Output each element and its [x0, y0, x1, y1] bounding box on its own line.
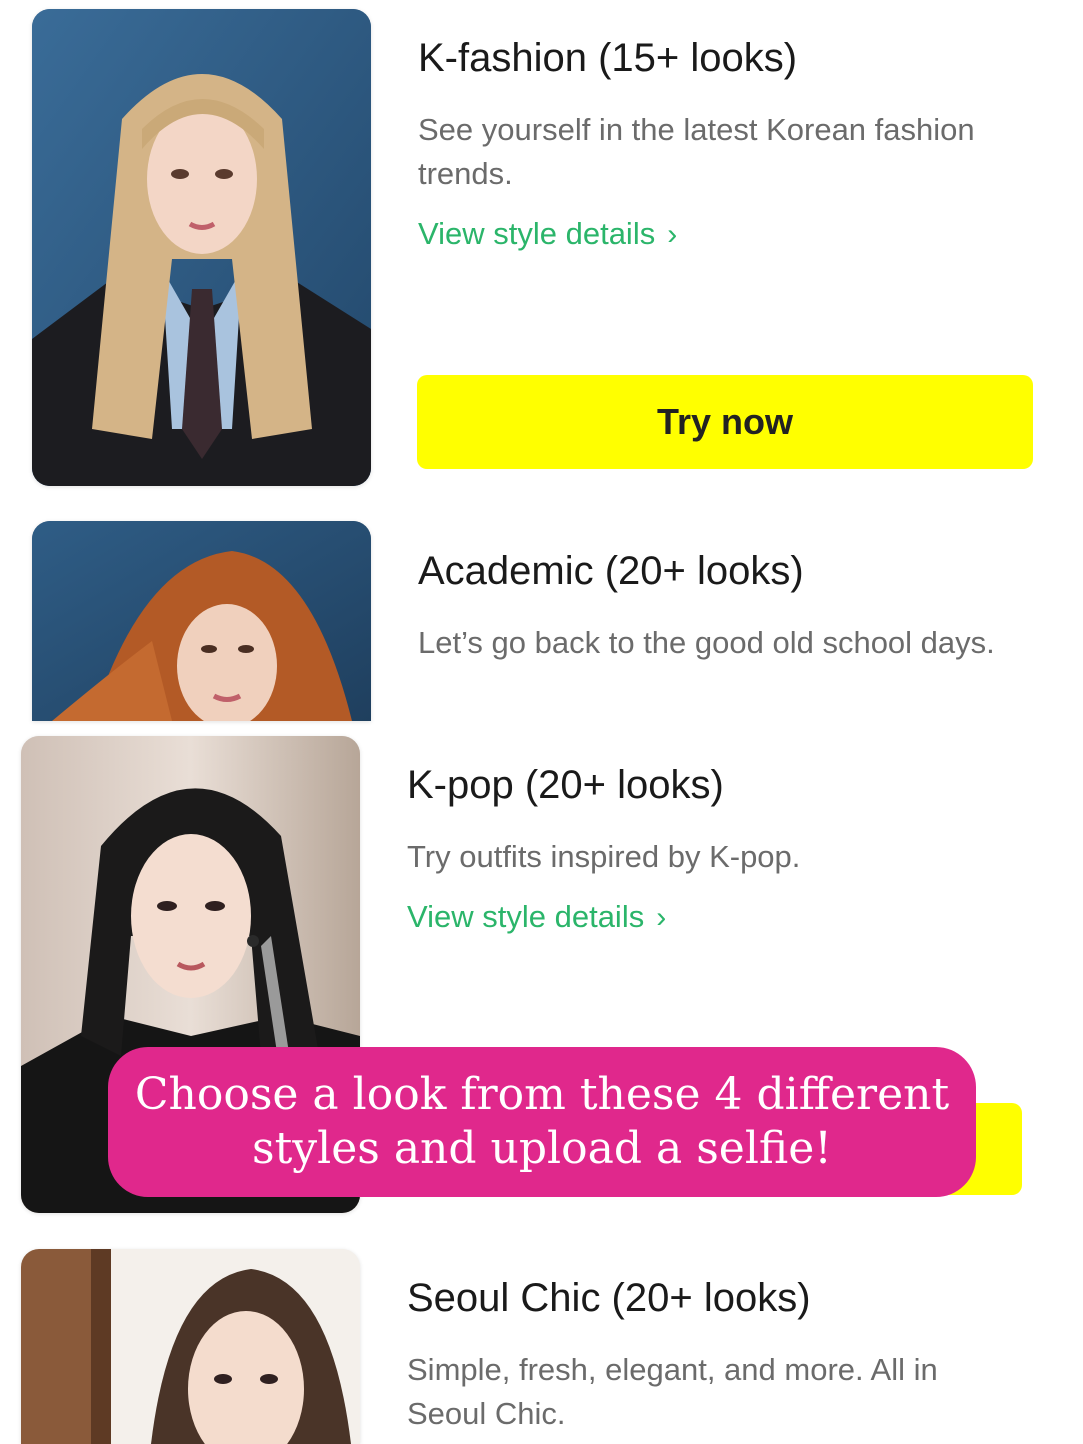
style-title: Seoul Chic (20+ looks): [407, 1276, 811, 1320]
link-label: View style details: [407, 899, 645, 934]
style-description: Let’s go back to the good old school day…: [418, 625, 995, 660]
chevron-right-icon: ›: [656, 901, 667, 934]
style-description: Simple, fresh, elegant, and more. All in…: [407, 1352, 938, 1431]
promo-banner: Choose a look from these 4 different sty…: [108, 1047, 976, 1197]
style-title: K-fashion (15+ looks): [418, 36, 798, 80]
style-title: K-pop (20+ looks): [407, 763, 724, 807]
style-thumbnail-kfashion[interactable]: [32, 9, 371, 486]
link-label: View style details: [418, 216, 656, 251]
style-title: Academic (20+ looks): [418, 549, 804, 593]
banner-line-1: Choose a look from these 4 different: [134, 1069, 950, 1120]
banner-line-2: styles and upload a selfie!: [252, 1123, 832, 1174]
style-thumbnail-seoul-chic[interactable]: [21, 1249, 360, 1444]
view-style-details-link[interactable]: View style details ›: [407, 899, 666, 935]
try-now-button[interactable]: Try now: [417, 375, 1033, 469]
style-thumbnail-academic[interactable]: [32, 521, 371, 721]
style-description: Try outfits inspired by K-pop.: [407, 839, 801, 874]
chevron-right-icon: ›: [667, 218, 678, 251]
view-style-details-link[interactable]: View style details ›: [418, 216, 677, 252]
style-description: See yourself in the latest Korean fashio…: [418, 112, 975, 191]
